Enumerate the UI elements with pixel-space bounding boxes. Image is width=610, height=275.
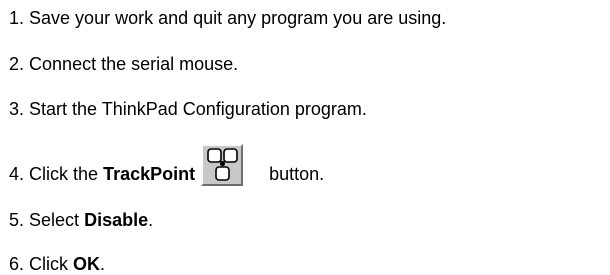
step-6-emphasis: OK	[73, 254, 101, 274]
step-5-emphasis: Disable	[84, 210, 149, 230]
step-6-text-before: Click	[29, 254, 69, 274]
step-1: 1. Save your work and quit any program y…	[9, 7, 446, 29]
step-6-number: 6.	[9, 254, 25, 274]
step-4-text-after: button.	[269, 164, 325, 184]
step-5-number: 5.	[9, 210, 25, 230]
step-2-number: 2.	[9, 54, 25, 74]
step-3-number: 3.	[9, 99, 25, 119]
step-1-text: Save your work and quit any program you …	[29, 8, 447, 28]
step-6-text-after: .	[100, 254, 106, 274]
step-6: 6. Click OK.	[9, 253, 105, 275]
step-1-number: 1.	[9, 8, 25, 28]
step-4-number: 4.	[9, 164, 25, 184]
step-4-text-before: Click the	[29, 164, 99, 184]
step-5: 5. Select Disable.	[9, 209, 153, 231]
step-4-emphasis: TrackPoint	[103, 164, 196, 184]
step-3: 3. Start the ThinkPad Configuration prog…	[9, 98, 367, 120]
step-5-text-after: .	[148, 210, 154, 230]
step-2: 2. Connect the serial mouse.	[9, 53, 238, 75]
step-2-text: Connect the serial mouse.	[29, 54, 239, 74]
step-5-text-before: Select	[29, 210, 80, 230]
trackpoint-icon	[201, 144, 244, 187]
step-4: 4. Click the TrackPoint button.	[9, 144, 325, 187]
step-3-text: Start the ThinkPad Configuration program…	[29, 99, 367, 119]
instruction-list: 1. Save your work and quit any program y…	[9, 0, 610, 275]
